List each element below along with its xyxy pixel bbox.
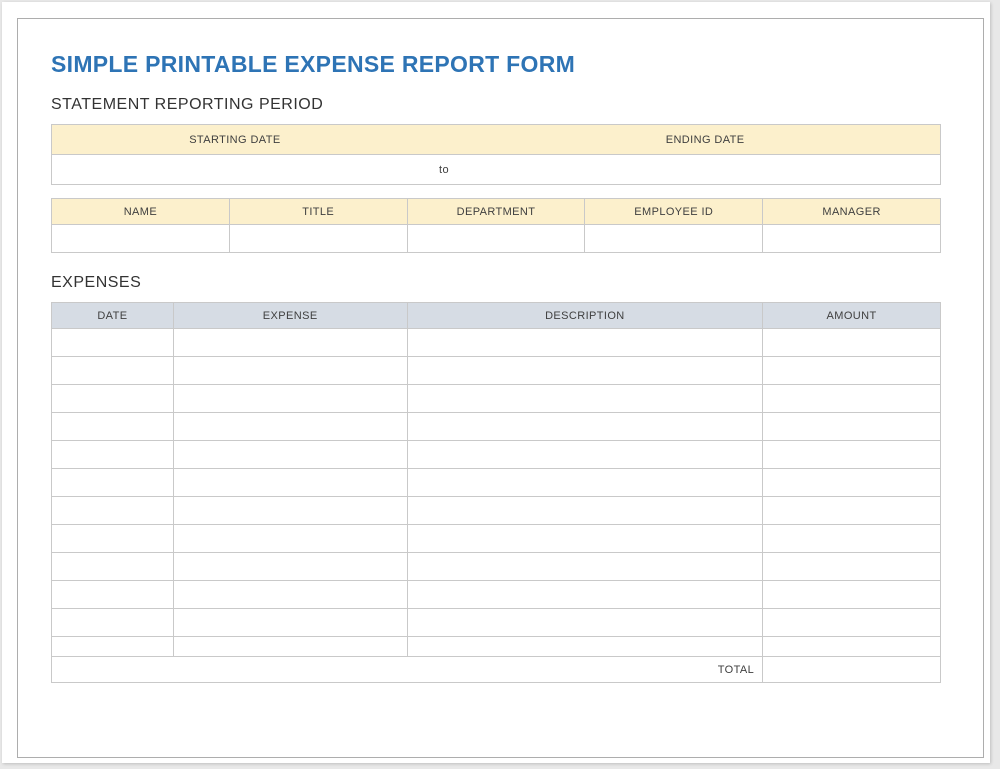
expense-header-amount: AMOUNT	[763, 303, 941, 329]
expense-cell-description[interactable]	[407, 581, 763, 609]
expense-cell-amount[interactable]	[763, 441, 941, 469]
section-heading-expenses: EXPENSES	[51, 273, 941, 293]
expense-cell-description[interactable]	[407, 609, 763, 637]
document-canvas: SIMPLE PRINTABLE EXPENSE REPORT FORM STA…	[0, 0, 1000, 769]
expense-row	[52, 469, 941, 497]
expense-cell-description[interactable]	[407, 441, 763, 469]
expense-cell-expense[interactable]	[173, 385, 407, 413]
expense-cell-expense[interactable]	[173, 329, 407, 357]
to-label: to	[418, 155, 470, 185]
employee-id-input-cell[interactable]	[585, 225, 763, 253]
expense-cell-date[interactable]	[52, 553, 174, 581]
expense-rows	[52, 329, 941, 657]
expense-cell-expense[interactable]	[173, 441, 407, 469]
expense-header-row: DATE EXPENSE DESCRIPTION AMOUNT	[52, 303, 941, 329]
expense-row	[52, 553, 941, 581]
employee-department-input-cell[interactable]	[407, 225, 585, 253]
ending-date-input-cell[interactable]	[470, 155, 940, 185]
expense-cell-amount[interactable]	[763, 413, 941, 441]
expense-cell-date[interactable]	[52, 497, 174, 525]
expense-cell-date[interactable]	[52, 581, 174, 609]
expense-total-row: TOTAL	[52, 657, 941, 683]
employee-info-table: NAME TITLE DEPARTMENT EMPLOYEE ID MANAGE…	[51, 198, 941, 253]
expense-header-description: DESCRIPTION	[407, 303, 763, 329]
expense-cell-expense[interactable]	[173, 553, 407, 581]
expense-cell-date[interactable]	[52, 329, 174, 357]
employee-header-title: TITLE	[229, 199, 407, 225]
employee-manager-input-cell[interactable]	[763, 225, 941, 253]
expense-cell-expense[interactable]	[173, 525, 407, 553]
expense-cell-amount[interactable]	[763, 525, 941, 553]
page-content: SIMPLE PRINTABLE EXPENSE REPORT FORM STA…	[18, 19, 983, 683]
expense-cell-date[interactable]	[52, 637, 174, 657]
expense-cell-description[interactable]	[407, 357, 763, 385]
expense-cell-amount[interactable]	[763, 469, 941, 497]
expense-row	[52, 609, 941, 637]
expense-table: DATE EXPENSE DESCRIPTION AMOUNT TOTAL	[51, 302, 941, 683]
expense-cell-date[interactable]	[52, 525, 174, 553]
expense-cell-date[interactable]	[52, 413, 174, 441]
section-heading-reporting-period: STATEMENT REPORTING PERIOD	[51, 95, 941, 115]
expense-header-date: DATE	[52, 303, 174, 329]
employee-header-department: DEPARTMENT	[407, 199, 585, 225]
expense-cell-description[interactable]	[407, 413, 763, 441]
expense-cell-date[interactable]	[52, 441, 174, 469]
expense-cell-expense[interactable]	[173, 581, 407, 609]
expense-row	[52, 525, 941, 553]
expense-cell-date[interactable]	[52, 357, 174, 385]
expense-cell-description[interactable]	[407, 385, 763, 413]
expense-cell-description[interactable]	[407, 329, 763, 357]
expense-row	[52, 581, 941, 609]
expense-cell-date[interactable]	[52, 385, 174, 413]
reporting-period-value-row: to	[52, 155, 941, 185]
expense-header-expense: EXPENSE	[173, 303, 407, 329]
expense-cell-amount[interactable]	[763, 581, 941, 609]
expense-row	[52, 357, 941, 385]
employee-title-input-cell[interactable]	[229, 225, 407, 253]
expense-cell-description[interactable]	[407, 525, 763, 553]
ending-date-header: ENDING DATE	[470, 125, 940, 155]
expense-row	[52, 385, 941, 413]
expense-cell-amount[interactable]	[763, 553, 941, 581]
expense-row	[52, 329, 941, 357]
page-title: SIMPLE PRINTABLE EXPENSE REPORT FORM	[51, 51, 941, 77]
employee-value-row	[52, 225, 941, 253]
expense-cell-expense[interactable]	[173, 413, 407, 441]
employee-header-manager: MANAGER	[763, 199, 941, 225]
expense-cell-expense[interactable]	[173, 497, 407, 525]
expense-cell-description[interactable]	[407, 497, 763, 525]
total-label: TOTAL	[52, 657, 763, 683]
expense-row	[52, 497, 941, 525]
expense-row	[52, 637, 941, 657]
expense-cell-amount[interactable]	[763, 497, 941, 525]
employee-name-input-cell[interactable]	[52, 225, 230, 253]
employee-header-row: NAME TITLE DEPARTMENT EMPLOYEE ID MANAGE…	[52, 199, 941, 225]
expense-cell-description[interactable]	[407, 553, 763, 581]
expense-cell-description[interactable]	[407, 469, 763, 497]
expense-cell-amount[interactable]	[763, 357, 941, 385]
expense-cell-amount[interactable]	[763, 329, 941, 357]
starting-date-input-cell[interactable]	[52, 155, 418, 185]
total-amount-cell[interactable]	[763, 657, 941, 683]
expense-cell-expense[interactable]	[173, 637, 407, 657]
page: SIMPLE PRINTABLE EXPENSE REPORT FORM STA…	[2, 2, 990, 763]
expense-cell-amount[interactable]	[763, 609, 941, 637]
starting-date-header: STARTING DATE	[52, 125, 418, 155]
employee-header-name: NAME	[52, 199, 230, 225]
employee-header-employee-id: EMPLOYEE ID	[585, 199, 763, 225]
reporting-period-header-spacer	[418, 125, 470, 155]
expense-cell-description[interactable]	[407, 637, 763, 657]
reporting-period-header-row: STARTING DATE ENDING DATE	[52, 125, 941, 155]
reporting-period-table: STARTING DATE ENDING DATE to	[51, 124, 941, 185]
expense-cell-date[interactable]	[52, 609, 174, 637]
expense-cell-amount[interactable]	[763, 385, 941, 413]
expense-cell-expense[interactable]	[173, 609, 407, 637]
expense-cell-expense[interactable]	[173, 469, 407, 497]
expense-row	[52, 413, 941, 441]
expense-row	[52, 441, 941, 469]
expense-cell-expense[interactable]	[173, 357, 407, 385]
expense-cell-date[interactable]	[52, 469, 174, 497]
page-border: SIMPLE PRINTABLE EXPENSE REPORT FORM STA…	[17, 18, 984, 758]
expense-cell-amount[interactable]	[763, 637, 941, 657]
